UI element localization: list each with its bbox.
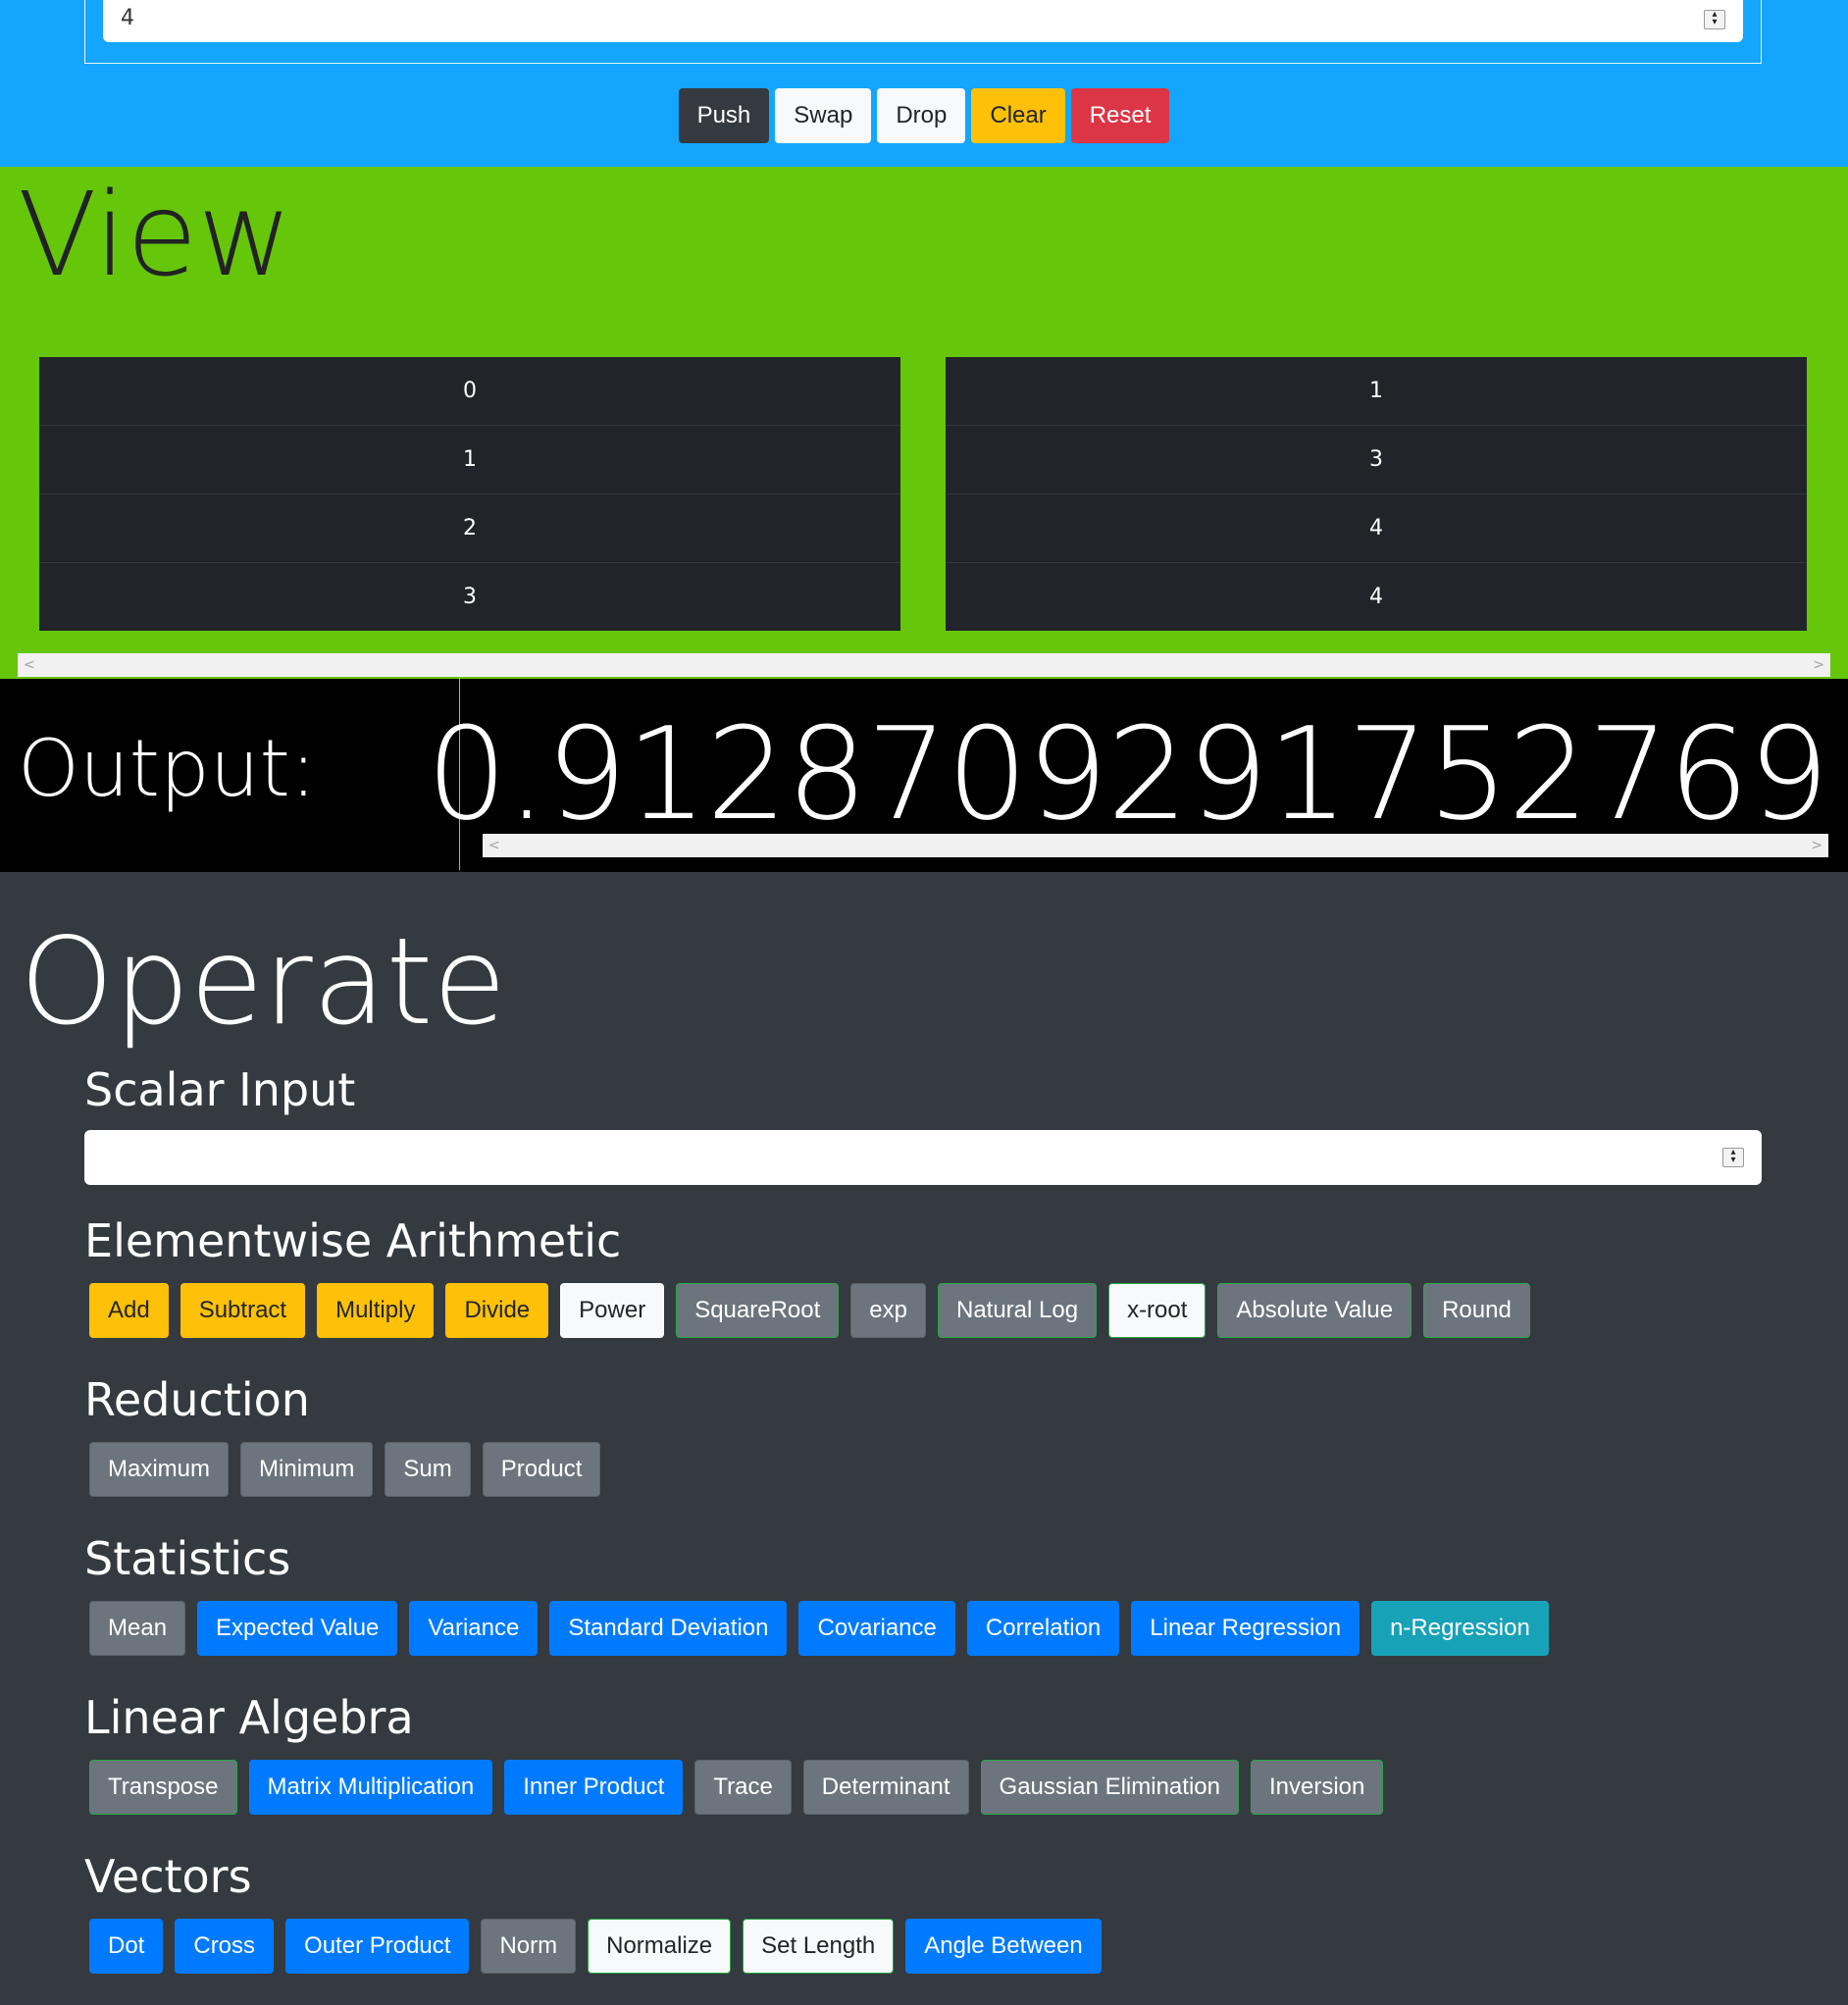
n-regression-button[interactable]: n-Regression [1371, 1601, 1549, 1656]
cross-button[interactable]: Cross [175, 1919, 275, 1974]
spinner-icon[interactable]: ▴ ▾ [1722, 1148, 1744, 1167]
statistics-heading: Statistics [84, 1532, 291, 1585]
table-row: 1 [1369, 379, 1383, 403]
norm-button[interactable]: Norm [481, 1919, 577, 1974]
normalize-button[interactable]: Normalize [588, 1919, 732, 1974]
transpose-button[interactable]: Transpose [89, 1760, 237, 1815]
clear-button[interactable]: Clear [971, 88, 1065, 143]
standard-deviation-button[interactable]: Standard Deviation [549, 1601, 788, 1656]
matrix-multiplication-button[interactable]: Matrix Multiplication [248, 1760, 493, 1815]
push-button[interactable]: Push [678, 88, 770, 143]
table-row: 4 [946, 562, 1807, 631]
subtract-button[interactable]: Subtract [180, 1283, 306, 1338]
maximum-button[interactable]: Maximum [89, 1442, 230, 1497]
expected-value-button[interactable]: Expected Value [197, 1601, 398, 1656]
matrix-value-text: 4 [121, 6, 134, 30]
variance-button[interactable]: Variance [409, 1601, 539, 1656]
inversion-button[interactable]: Inversion [1250, 1760, 1384, 1815]
drop-button[interactable]: Drop [877, 88, 966, 143]
stack-buttons: Push Swap Drop Clear Reset [0, 88, 1848, 143]
table-row: 1 [39, 425, 900, 493]
matrix-column-right: 1 3 4 4 [946, 357, 1807, 631]
natural-log-button[interactable]: Natural Log [937, 1283, 1098, 1338]
gaussian-elimination-button[interactable]: Gaussian Elimination [980, 1760, 1239, 1815]
view-title: View [18, 167, 293, 302]
output-label: Output: [18, 723, 317, 814]
statistics-buttons: Mean Expected Value Variance Standard De… [89, 1601, 1561, 1656]
linear-algebra-buttons: Transpose Matrix Multiplication Inner Pr… [89, 1760, 1395, 1815]
scroll-left-icon[interactable]: < [488, 834, 500, 857]
inner-product-button[interactable]: Inner Product [504, 1760, 684, 1815]
round-button[interactable]: Round [1423, 1283, 1530, 1338]
output-scrollbar[interactable]: < > [483, 834, 1828, 857]
input-section: 4 ▴ ▾ Push Swap Drop Clear Reset [0, 0, 1848, 167]
exp-button[interactable]: exp [850, 1283, 926, 1338]
x-root-button[interactable]: x-root [1108, 1283, 1206, 1338]
matrix-column-left: 0 1 2 3 [39, 357, 900, 631]
table-row: 4 [946, 493, 1807, 562]
output-value: 0.9128709291752769 [426, 699, 1829, 848]
linear-algebra-heading: Linear Algebra [84, 1691, 414, 1744]
scalar-input-heading: Scalar Input [84, 1063, 356, 1116]
scroll-right-icon[interactable]: > [1813, 653, 1824, 677]
minimum-button[interactable]: Minimum [240, 1442, 374, 1497]
input-frame: 4 ▴ ▾ [84, 0, 1762, 64]
mean-button[interactable]: Mean [89, 1601, 186, 1656]
table-row: 0 [463, 379, 477, 403]
set-length-button[interactable]: Set Length [743, 1919, 895, 1974]
reduction-heading: Reduction [84, 1373, 310, 1426]
scroll-left-icon[interactable]: < [24, 653, 35, 677]
reset-button[interactable]: Reset [1070, 88, 1170, 143]
matrix-value-input[interactable]: 4 ▴ ▾ [103, 0, 1743, 42]
correlation-button[interactable]: Correlation [966, 1601, 1120, 1656]
divide-button[interactable]: Divide [445, 1283, 549, 1338]
operate-title: Operate [20, 912, 507, 1052]
table-row: 3 [946, 425, 1807, 493]
scroll-right-icon[interactable]: > [1811, 834, 1822, 857]
outer-product-button[interactable]: Outer Product [285, 1919, 470, 1974]
table-row: 3 [39, 562, 900, 631]
sum-button[interactable]: Sum [385, 1442, 471, 1497]
view-scrollbar[interactable]: < > [18, 653, 1830, 677]
table-row: 2 [39, 493, 900, 562]
linear-regression-button[interactable]: Linear Regression [1131, 1601, 1360, 1656]
vectors-heading: Vectors [84, 1850, 252, 1903]
dot-button[interactable]: Dot [89, 1919, 164, 1974]
angle-between-button[interactable]: Angle Between [905, 1919, 1102, 1974]
spinner-icon[interactable]: ▴ ▾ [1704, 10, 1725, 29]
covariance-button[interactable]: Covariance [798, 1601, 955, 1656]
absolute-value-button[interactable]: Absolute Value [1217, 1283, 1412, 1338]
vectors-buttons: Dot Cross Outer Product Norm Normalize S… [89, 1919, 1113, 1974]
swap-button[interactable]: Swap [775, 88, 872, 143]
reduction-buttons: Maximum Minimum Sum Product [89, 1442, 612, 1497]
add-button[interactable]: Add [89, 1283, 169, 1338]
multiply-button[interactable]: Multiply [317, 1283, 435, 1338]
squareroot-button[interactable]: SquareRoot [676, 1283, 840, 1338]
determinant-button[interactable]: Determinant [802, 1760, 969, 1815]
scalar-input[interactable]: ▴ ▾ [84, 1130, 1762, 1185]
elementwise-buttons: Add Subtract Multiply Divide Power Squar… [89, 1283, 1542, 1338]
product-button[interactable]: Product [482, 1442, 601, 1497]
power-button[interactable]: Power [560, 1283, 665, 1338]
trace-button[interactable]: Trace [694, 1760, 792, 1815]
elementwise-heading: Elementwise Arithmetic [84, 1214, 622, 1267]
